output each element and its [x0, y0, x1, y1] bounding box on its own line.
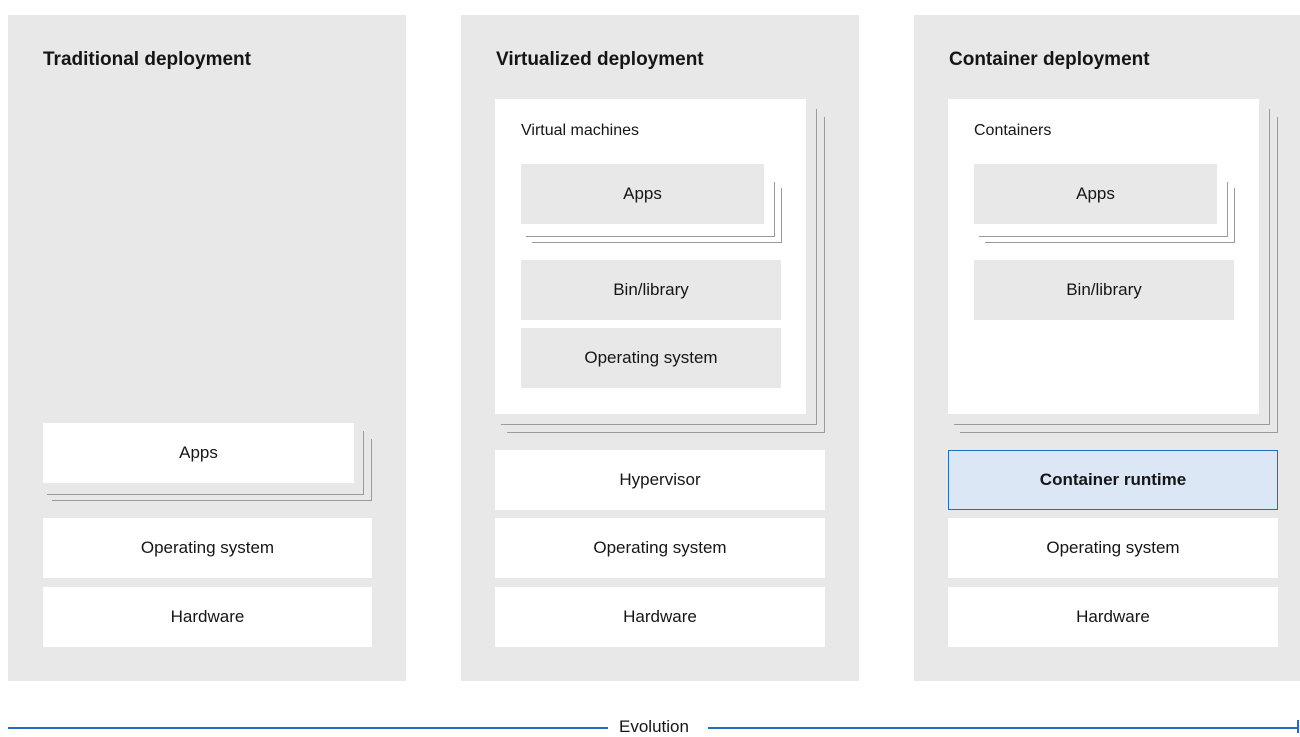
hardware-box: Hardware — [495, 587, 825, 647]
container-apps-box: Apps — [974, 164, 1217, 224]
virtualized-title: Virtualized deployment — [496, 49, 704, 70]
os-box: Operating system — [495, 518, 825, 578]
containers-card: Containers Apps Bin/library — [948, 99, 1259, 414]
vm-apps-box: Apps — [521, 164, 764, 224]
traditional-deployment-panel: Traditional deployment Apps Operating sy… — [8, 15, 406, 681]
vm-guest-os-box: Operating system — [521, 328, 781, 388]
evolution-axis-left — [8, 727, 608, 729]
container-deployment-panel: Container deployment Containers Apps Bin… — [914, 15, 1300, 681]
os-box: Operating system — [948, 518, 1278, 578]
os-box: Operating system — [43, 518, 372, 578]
container-bin-library-box: Bin/library — [974, 260, 1234, 320]
hardware-box: Hardware — [43, 587, 372, 647]
virtual-machines-card: Virtual machines Apps Bin/library Operat… — [495, 99, 806, 414]
vm-bin-library-box: Bin/library — [521, 260, 781, 320]
container-runtime-box: Container runtime — [948, 450, 1278, 510]
apps-box: Apps — [43, 423, 354, 483]
hardware-box: Hardware — [948, 587, 1278, 647]
evolution-axis-end-cap — [1297, 720, 1299, 733]
virtualized-deployment-panel: Virtualized deployment Virtual machines … — [461, 15, 859, 681]
evolution-axis-right — [708, 727, 1298, 729]
virtual-machines-label: Virtual machines — [521, 122, 639, 139]
evolution-label: Evolution — [611, 717, 697, 737]
container-title: Container deployment — [949, 49, 1150, 70]
containers-label: Containers — [974, 122, 1052, 139]
hypervisor-box: Hypervisor — [495, 450, 825, 510]
traditional-title: Traditional deployment — [43, 49, 251, 70]
